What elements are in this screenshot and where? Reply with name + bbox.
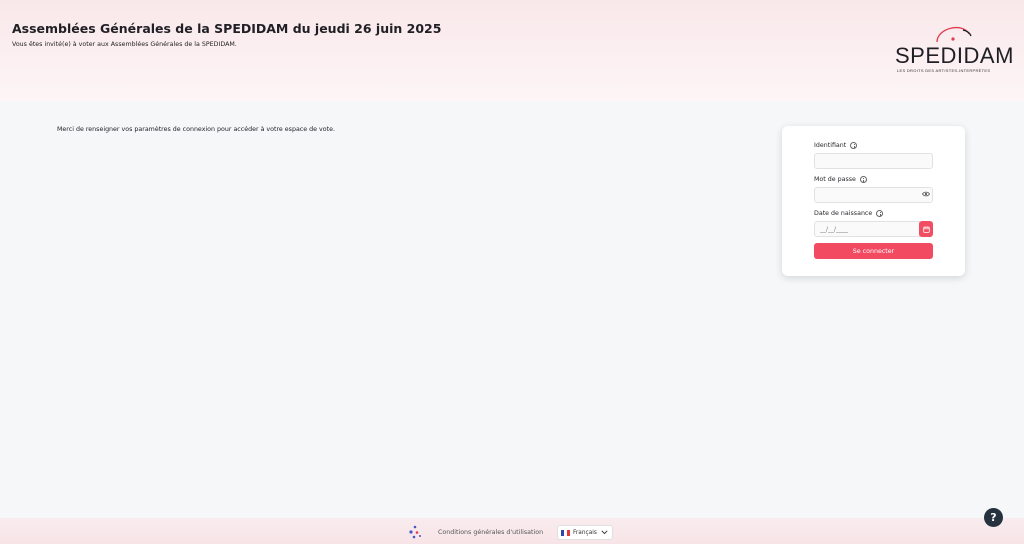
intro-text: Merci de renseigner vos paramètres de co… (57, 126, 335, 133)
birthdate-label: Date de naissance (814, 210, 884, 217)
help-button[interactable]: ? (984, 508, 1003, 527)
page-footer: Conditions générales d'utilisation Franç… (0, 518, 1024, 544)
calendar-icon (922, 225, 930, 233)
identifier-info-icon[interactable] (850, 142, 858, 149)
page-header: Assemblées Générales de la SPEDIDAM du j… (0, 0, 1024, 101)
password-label: Mot de passe (814, 176, 867, 183)
spedidam-logo: SPEDIDAM LES DROITS DES ARTISTES-INTERPR… (893, 24, 1013, 80)
logo-tagline: LES DROITS DES ARTISTES-INTERPRÈTES (897, 68, 991, 73)
chevron-down-icon (601, 530, 608, 535)
login-card: Identifiant Mot de passe Date de naissan… (782, 126, 965, 276)
calendar-button[interactable] (919, 221, 933, 237)
page-title: Assemblées Générales de la SPEDIDAM du j… (12, 21, 442, 36)
birthdate-input[interactable] (814, 221, 920, 237)
password-label-text: Mot de passe (814, 176, 856, 183)
language-selected: Français (573, 529, 597, 536)
french-flag-icon (561, 529, 570, 536)
terms-link[interactable]: Conditions générales d'utilisation (438, 529, 543, 536)
identifier-input[interactable] (814, 153, 933, 169)
provider-logo-icon (409, 525, 421, 539)
language-select[interactable]: Français (557, 525, 613, 540)
logo-wordmark: SPEDIDAM (895, 43, 1014, 68)
birthdate-label-text: Date de naissance (814, 210, 873, 217)
birthdate-info-icon[interactable] (876, 210, 884, 217)
identifier-label-text: Identifiant (814, 142, 847, 149)
page-subtitle: Vous êtes invité(e) à voter aux Assemblé… (12, 41, 237, 48)
eye-icon[interactable] (922, 191, 930, 197)
login-submit-button[interactable]: Se connecter (814, 243, 933, 259)
password-input[interactable] (814, 187, 933, 203)
password-info-icon[interactable] (859, 176, 867, 183)
identifier-label: Identifiant (814, 142, 858, 149)
